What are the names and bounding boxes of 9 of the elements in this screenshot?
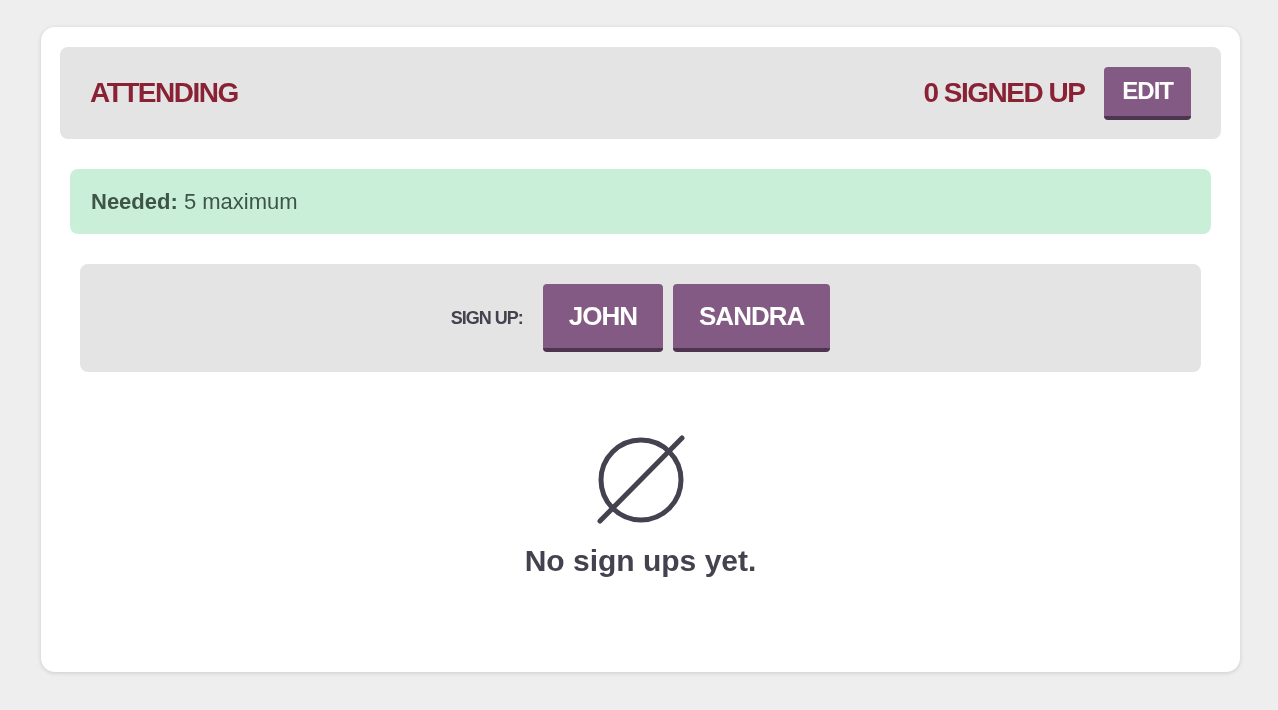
signup-label: SIGN UP: (450, 307, 523, 329)
section-title: ATTENDING (90, 77, 238, 109)
signup-button[interactable]: SANDRA (673, 284, 831, 352)
edit-button[interactable]: EDIT (1104, 66, 1191, 120)
empty-message: No sign ups yet. (524, 544, 757, 578)
signed-up-count: 0 SIGNED UP (923, 77, 1085, 109)
signup-button[interactable]: JOHN (542, 284, 663, 352)
needed-text: Needed: 5 maximum (91, 188, 298, 215)
empty-set-icon (595, 434, 686, 524)
